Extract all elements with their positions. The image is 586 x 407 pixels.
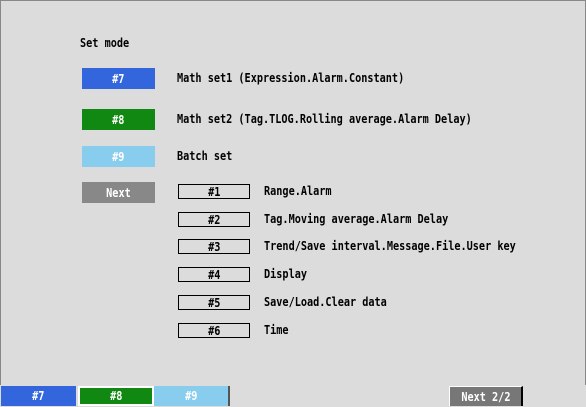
sub-key-4[interactable]: #4: [178, 267, 250, 282]
set-mode-screen: Set mode #7 Math set1 (Expression.Alarm.…: [0, 0, 586, 407]
math-set1-label: Math set1 (Expression.Alarm.Constant): [177, 71, 405, 85]
page-title: Set mode: [80, 36, 130, 50]
sub-key-5-label: #5: [207, 295, 221, 310]
trend-save-interval-label: Trend/Save interval.Message.File.User ke…: [264, 239, 516, 253]
sub-key-6[interactable]: #6: [178, 323, 250, 338]
tag-moving-average-label: Tag.Moving average.Alarm Delay: [264, 212, 449, 226]
soft-key-7-label: #7: [32, 389, 45, 403]
sub-key-1-label: #1: [207, 184, 221, 199]
range-alarm-label: Range.Alarm: [264, 184, 332, 198]
sub-key-6-label: #6: [207, 323, 221, 338]
sub-key-3[interactable]: #3: [178, 239, 250, 254]
key-7-label: #7: [112, 71, 125, 86]
key-9-label: #9: [112, 149, 125, 164]
soft-key-8[interactable]: #8: [78, 386, 154, 406]
sub-key-2-label: #2: [207, 212, 221, 227]
sub-key-1[interactable]: #1: [178, 184, 250, 199]
display-label: Display: [264, 267, 307, 281]
save-load-label: Save/Load.Clear data: [264, 295, 387, 309]
sub-key-3-label: #3: [207, 239, 221, 254]
key-7-button[interactable]: #7: [82, 68, 155, 89]
next-page-soft-key[interactable]: Next 2/2: [449, 386, 523, 406]
next-page-soft-key-label: Next 2/2: [460, 389, 511, 404]
soft-key-7[interactable]: #7: [1, 386, 78, 406]
key-8-button[interactable]: #8: [82, 109, 155, 130]
time-label: Time: [264, 323, 289, 337]
soft-key-8-label: #8: [109, 389, 123, 403]
next-label: Next: [106, 185, 131, 200]
sub-key-4-label: #4: [207, 267, 221, 282]
batch-set-label: Batch set: [177, 149, 233, 163]
math-set2-label: Math set2 (Tag.TLOG.Rolling average.Alar…: [177, 112, 472, 126]
sub-key-5[interactable]: #5: [178, 295, 250, 310]
next-button[interactable]: Next: [82, 182, 155, 203]
soft-key-9-label: #9: [184, 389, 198, 403]
key-9-button[interactable]: #9: [82, 146, 155, 167]
key-8-label: #8: [112, 112, 125, 127]
sub-key-2[interactable]: #2: [178, 212, 250, 227]
soft-key-9[interactable]: #9: [154, 386, 230, 406]
